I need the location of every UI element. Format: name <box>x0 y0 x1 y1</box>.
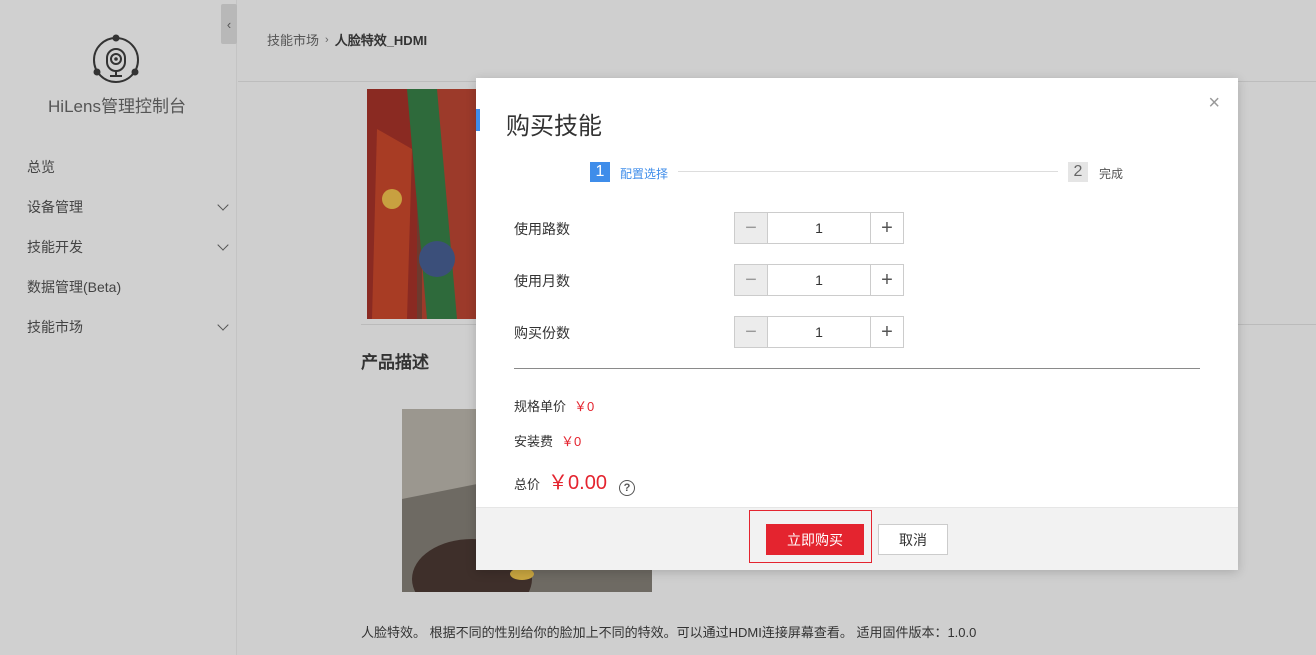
sidebar-item-skill-development[interactable]: 技能开发 <box>0 227 237 267</box>
close-icon[interactable]: × <box>1208 92 1220 115</box>
months-label: 使用月数 <box>514 273 570 289</box>
channels-label: 使用路数 <box>514 221 570 237</box>
app-title: HiLens管理控制台 <box>48 97 186 116</box>
dialog-title: 购买技能 <box>506 113 602 140</box>
chevron-down-icon <box>217 199 229 211</box>
total-price-label: 总价 <box>514 477 541 492</box>
total-price-row: 总价 ￥0.00 ? <box>514 466 635 496</box>
hilens-logo-icon <box>93 34 139 83</box>
step-1-number: 1 <box>590 162 610 182</box>
title-accent-bar <box>476 109 480 131</box>
months-stepper: − 1 + <box>734 264 904 296</box>
unit-price-label: 规格单价 <box>514 399 567 414</box>
step-2-number: 2 <box>1068 162 1088 182</box>
install-fee-row: 安装费 ￥0 <box>514 431 581 450</box>
step-connector <box>678 171 1058 172</box>
quantity-minus-button[interactable]: − <box>735 317 768 347</box>
step-indicator: 1 配置选择 2 完成 <box>590 162 1130 182</box>
form-divider <box>514 368 1200 369</box>
cancel-button[interactable]: 取消 <box>878 524 948 555</box>
install-fee-value: ￥0 <box>561 434 582 449</box>
quantity-plus-button[interactable]: + <box>870 317 903 347</box>
channels-input[interactable]: 1 <box>768 213 870 243</box>
months-row: 使用月数 − 1 + <box>514 264 914 296</box>
help-icon[interactable]: ? <box>618 480 635 496</box>
step-1-label: 配置选择 <box>620 167 669 181</box>
quantity-row: 购买份数 − 1 + <box>514 316 914 348</box>
sidebar-nav: 总览 设备管理 技能开发 数据管理(Beta) 技能市场 <box>0 147 237 347</box>
buy-now-button[interactable]: 立即购买 <box>766 524 864 555</box>
install-fee-label: 安装费 <box>514 434 554 449</box>
sidebar-item-label: 技能开发 <box>27 239 83 255</box>
sidebar-item-overview[interactable]: 总览 <box>0 147 237 187</box>
breadcrumb-current: 人脸特效_HDMI <box>334 33 428 48</box>
channels-stepper: − 1 + <box>734 212 904 244</box>
quantity-input[interactable]: 1 <box>768 317 870 347</box>
chevron-down-icon <box>217 239 229 251</box>
product-description: 人脸特效。 根据不同的性别给你的脸加上不同的特效。可以通过HDMI连接屏幕查看。… <box>361 625 977 640</box>
channels-row: 使用路数 − 1 + <box>514 212 914 244</box>
quantity-stepper: − 1 + <box>734 316 904 348</box>
quantity-label: 购买份数 <box>514 325 570 341</box>
total-price-value: ￥0.00 <box>548 472 607 494</box>
channels-minus-button[interactable]: − <box>735 213 768 243</box>
breadcrumb-separator-icon: › <box>325 33 329 46</box>
chevron-down-icon <box>217 319 229 331</box>
sidebar-item-label: 技能市场 <box>27 319 83 335</box>
section-title: 产品描述 <box>361 353 429 372</box>
sidebar-item-skill-market[interactable]: 技能市场 <box>0 307 237 347</box>
product-banner-image <box>367 89 479 319</box>
sidebar-item-label: 总览 <box>27 159 55 175</box>
purchase-skill-dialog: 购买技能 × 1 配置选择 2 完成 使用路数 − 1 + 使用月数 − 1 +… <box>476 78 1238 570</box>
sidebar-item-data-management[interactable]: 数据管理(Beta) <box>0 267 237 307</box>
sidebar-item-label: 数据管理(Beta) <box>27 279 122 295</box>
sidebar-item-label: 设备管理 <box>27 199 83 215</box>
months-minus-button[interactable]: − <box>735 265 768 295</box>
breadcrumb-parent-link[interactable]: 技能市场 <box>267 30 319 49</box>
sidebar-item-device-management[interactable]: 设备管理 <box>0 187 237 227</box>
months-input[interactable]: 1 <box>768 265 870 295</box>
step-2-label: 完成 <box>1099 167 1124 181</box>
sidebar: ‹ HiLens管理控制台 总览 设备管理 技能开发 数据管理(Beta) 技能… <box>0 0 237 655</box>
breadcrumb: 技能市场 › 人脸特效_HDMI <box>267 30 427 49</box>
sidebar-collapse-button[interactable]: ‹ <box>221 4 237 44</box>
unit-price-row: 规格单价 ￥0 <box>514 396 594 415</box>
dialog-footer: 立即购买 取消 <box>476 507 1238 570</box>
chevron-left-icon: ‹ <box>226 16 232 32</box>
unit-price-value: ￥0 <box>574 399 595 414</box>
channels-plus-button[interactable]: + <box>870 213 903 243</box>
months-plus-button[interactable]: + <box>870 265 903 295</box>
top-bar: 技能市场 › 人脸特效_HDMI <box>238 0 1316 82</box>
